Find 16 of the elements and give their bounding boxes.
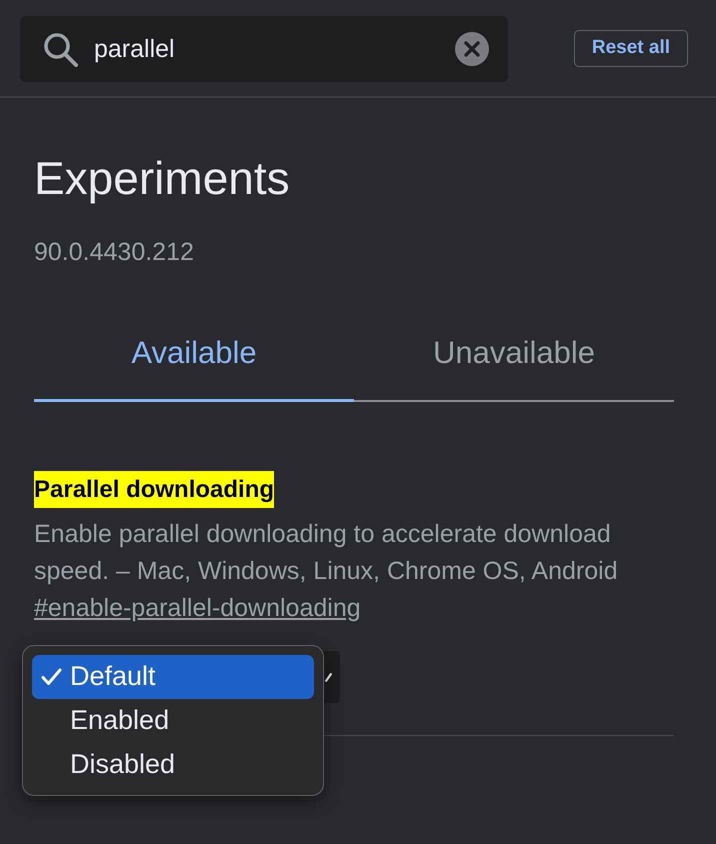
menu-option[interactable]: Default [32,654,314,698]
version-text: 90.0.4430.212 [34,237,195,267]
experiment-title: Parallel downloading [34,471,274,508]
caret-icon [325,672,332,682]
menu-option[interactable]: Disabled [32,742,314,786]
check-icon [41,668,62,686]
flag-link[interactable]: #enable-parallel-downloading [34,590,361,627]
tab[interactable]: Available [34,307,354,402]
search-icon [42,31,78,67]
experiment-description: Enable parallel downloading to accelerate download speed. – Mac, Windows, Linux, Chrome OS, Android [34,519,619,587]
menu-option[interactable]: Enabled [32,698,314,742]
page-title: Experiments [34,151,291,206]
search-field[interactable]: parallel [20,16,508,82]
tab[interactable]: Unavailable [354,307,674,402]
clear-icon[interactable] [455,32,489,66]
reset-button[interactable]: Reset all [574,30,688,66]
